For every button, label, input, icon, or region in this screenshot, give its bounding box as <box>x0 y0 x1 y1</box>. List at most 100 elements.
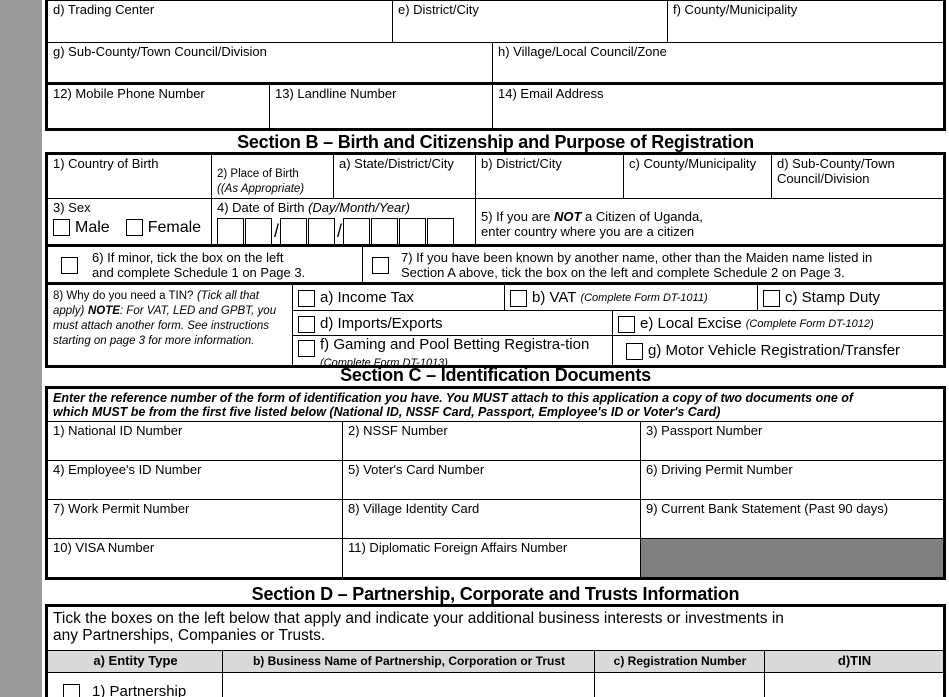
dob-year-box[interactable] <box>399 217 427 244</box>
citizenship-line-1: 5) If you are NOT a Citizen of Uganda, <box>481 209 939 225</box>
dob-month-box[interactable] <box>308 217 336 244</box>
checkbox-motor-vehicle[interactable] <box>626 343 643 360</box>
option-label: e) Local Excise <box>640 314 742 332</box>
field-sub-county-town-council-division[interactable]: d) Sub-County/Town Council/Division <box>772 155 943 198</box>
section-d-header-row: a) Entity Type b) Business Name of Partn… <box>48 651 943 673</box>
dob-day-box[interactable] <box>245 217 272 244</box>
field-label: 5) Voter's Card Number <box>348 462 485 477</box>
field-trading-center[interactable]: d) Trading Center <box>48 1 393 42</box>
field-district-city[interactable]: e) District/City <box>393 1 668 42</box>
section-d-instruction-row: Tick the boxes on the left below that ap… <box>48 607 943 651</box>
checkbox-income-tax[interactable] <box>298 290 315 307</box>
dob-month-box[interactable] <box>280 217 308 244</box>
field-district-city[interactable]: b) District/City <box>476 155 624 198</box>
instruction-line-2: which MUST be from the first five listed… <box>53 405 721 419</box>
option-local-excise[interactable]: e) Local Excise (Complete Form DT-1012) <box>613 311 943 335</box>
dob-year-box[interactable] <box>427 217 455 244</box>
table-row: g) Sub-County/Town Council/Division h) V… <box>48 43 943 85</box>
field-label: c) County/Municipality <box>629 156 757 171</box>
field-label: 6) Driving Permit Number <box>646 462 793 477</box>
column-header-business-name: b) Business Name of Partnership, Corpora… <box>223 651 595 672</box>
option-imports-exports[interactable]: d) Imports/Exports <box>293 311 613 335</box>
option-vat[interactable]: b) VAT (Complete Form DT-1011) <box>505 285 758 310</box>
column-header-tin: d)TIN <box>765 651 943 672</box>
section-a-tail-block: d) Trading Center e) District/City f) Co… <box>45 0 946 131</box>
section-c-instruction-row: Enter the reference number of the form o… <box>48 389 943 422</box>
field-label: 3) Sex <box>53 200 91 215</box>
option-label: f) Gaming and Pool Betting Registra-tion <box>320 336 590 353</box>
field-visa-number[interactable]: 10) VISA Number <box>48 539 343 577</box>
citizenship-line-2: enter country where you are a citizen <box>481 223 695 239</box>
option-note: (Complete Form DT-1011) <box>580 292 708 305</box>
purpose-options-grid: a) Income Tax b) VAT (Complete Form DT-1… <box>293 285 943 365</box>
option-label: c) Stamp Duty <box>785 289 881 307</box>
checkbox-minor[interactable] <box>61 257 78 274</box>
field-label: d) Sub-County/Town Council/Division <box>777 156 895 186</box>
field-employees-id-number[interactable]: 4) Employee's ID Number <box>48 461 343 499</box>
checkbox-sex-male-label: Male <box>75 218 110 236</box>
field-landline-number[interactable]: 13) Landline Number <box>270 85 493 128</box>
dob-year-box[interactable] <box>343 217 371 244</box>
checkbox-stamp-duty[interactable] <box>763 290 780 307</box>
field-state-district-city[interactable]: a) State/District/City <box>334 155 476 198</box>
field-county-municipality[interactable]: f) County/Municipality <box>668 1 943 42</box>
field-voters-card-number[interactable]: 5) Voter's Card Number <box>343 461 641 499</box>
field-sub-county-town-council-division[interactable]: g) Sub-County/Town Council/Division <box>48 43 493 82</box>
field-purpose-question: 8) Why do you need a TIN? (Tick all that… <box>48 285 293 365</box>
field-label: b) District/City <box>481 156 562 171</box>
section-c-block: Enter the reference number of the form o… <box>45 386 946 580</box>
cell-business-name[interactable] <box>223 673 595 697</box>
minor-line-2: and complete Schedule 1 on Page 3. <box>92 264 306 280</box>
field-label: 1) National ID Number <box>53 423 183 438</box>
column-header-registration-number: c) Registration Number <box>595 651 765 672</box>
field-label: 2) Place of Birth <box>217 168 299 180</box>
cell-registration-number[interactable] <box>595 673 765 697</box>
checkbox-imports-exports[interactable] <box>298 315 315 333</box>
field-village-local-council-zone[interactable]: h) Village/Local Council/Zone <box>493 43 943 82</box>
date-of-birth-boxes[interactable]: / / <box>217 217 471 244</box>
field-label: g) Sub-County/Town Council/Division <box>53 44 267 59</box>
field-mobile-phone-number[interactable]: 12) Mobile Phone Number <box>48 85 270 128</box>
option-motor-vehicle[interactable]: g) Motor Vehicle Registration/Transfer <box>613 336 943 365</box>
field-country-of-birth[interactable]: 1) Country of Birth <box>48 155 212 198</box>
dob-day-box[interactable] <box>217 217 244 244</box>
option-income-tax[interactable]: a) Income Tax <box>293 285 505 310</box>
row-entity-type-partnership[interactable]: 1) Partnership <box>48 673 223 697</box>
field-nssf-number[interactable]: 2) NSSF Number <box>343 422 641 460</box>
option-gaming-pool-betting[interactable]: f) Gaming and Pool Betting Registra-tion… <box>293 336 613 365</box>
field-place-of-birth[interactable]: 2) Place of Birth ((As Appropriate) <box>212 155 334 198</box>
field-diplomatic-foreign-affairs-number[interactable]: 11) Diplomatic Foreign Affairs Number <box>343 539 641 577</box>
option-label: b) VAT <box>532 289 577 307</box>
field-village-identity-card[interactable]: 8) Village Identity Card <box>343 500 641 538</box>
checkbox-other-name[interactable] <box>372 257 389 274</box>
dob-year-box[interactable] <box>371 217 399 244</box>
checkbox-gaming-pool-betting[interactable] <box>298 340 315 357</box>
field-driving-permit-number[interactable]: 6) Driving Permit Number <box>641 461 943 499</box>
table-row: 1) Country of Birth 2) Place of Birth ((… <box>48 155 943 199</box>
field-current-bank-statement[interactable]: 9) Current Bank Statement (Past 90 days) <box>641 500 943 538</box>
section-d-instruction: Tick the boxes on the left below that ap… <box>48 607 943 650</box>
checkbox-local-excise[interactable] <box>618 315 635 333</box>
field-county-municipality[interactable]: c) County/Municipality <box>624 155 772 198</box>
section-c-instruction: Enter the reference number of the form o… <box>48 389 943 421</box>
purpose-note-bold: NOTE <box>87 304 120 317</box>
field-label: 4) Date of Birth <box>217 200 305 215</box>
field-citizenship-country[interactable]: 5) If you are NOT a Citizen of Uganda, e… <box>476 199 943 244</box>
field-work-permit-number[interactable]: 7) Work Permit Number <box>48 500 343 538</box>
field-label: d) Trading Center <box>53 2 155 17</box>
field-label: h) Village/Local Council/Zone <box>498 44 667 59</box>
citizenship-text-pre: 5) If you are <box>481 209 554 224</box>
field-national-id-number[interactable]: 1) National ID Number <box>48 422 343 460</box>
checkbox-partnership[interactable] <box>63 683 80 697</box>
field-email-address[interactable]: 14) Email Address <box>493 85 943 128</box>
field-sublabel: (Day/Month/Year) <box>308 200 410 215</box>
cell-tin[interactable] <box>765 673 943 697</box>
checkbox-vat[interactable] <box>510 290 527 307</box>
checkbox-sex-male[interactable] <box>53 219 70 236</box>
table-row: d) Trading Center e) District/City f) Co… <box>48 1 943 43</box>
checkbox-sex-female[interactable] <box>125 219 143 236</box>
section-d-block: Tick the boxes on the left below that ap… <box>45 604 946 697</box>
field-passport-number[interactable]: 3) Passport Number <box>641 422 943 460</box>
option-label: g) Motor Vehicle Registration/Transfer <box>648 342 901 360</box>
option-stamp-duty[interactable]: c) Stamp Duty <box>758 285 943 310</box>
